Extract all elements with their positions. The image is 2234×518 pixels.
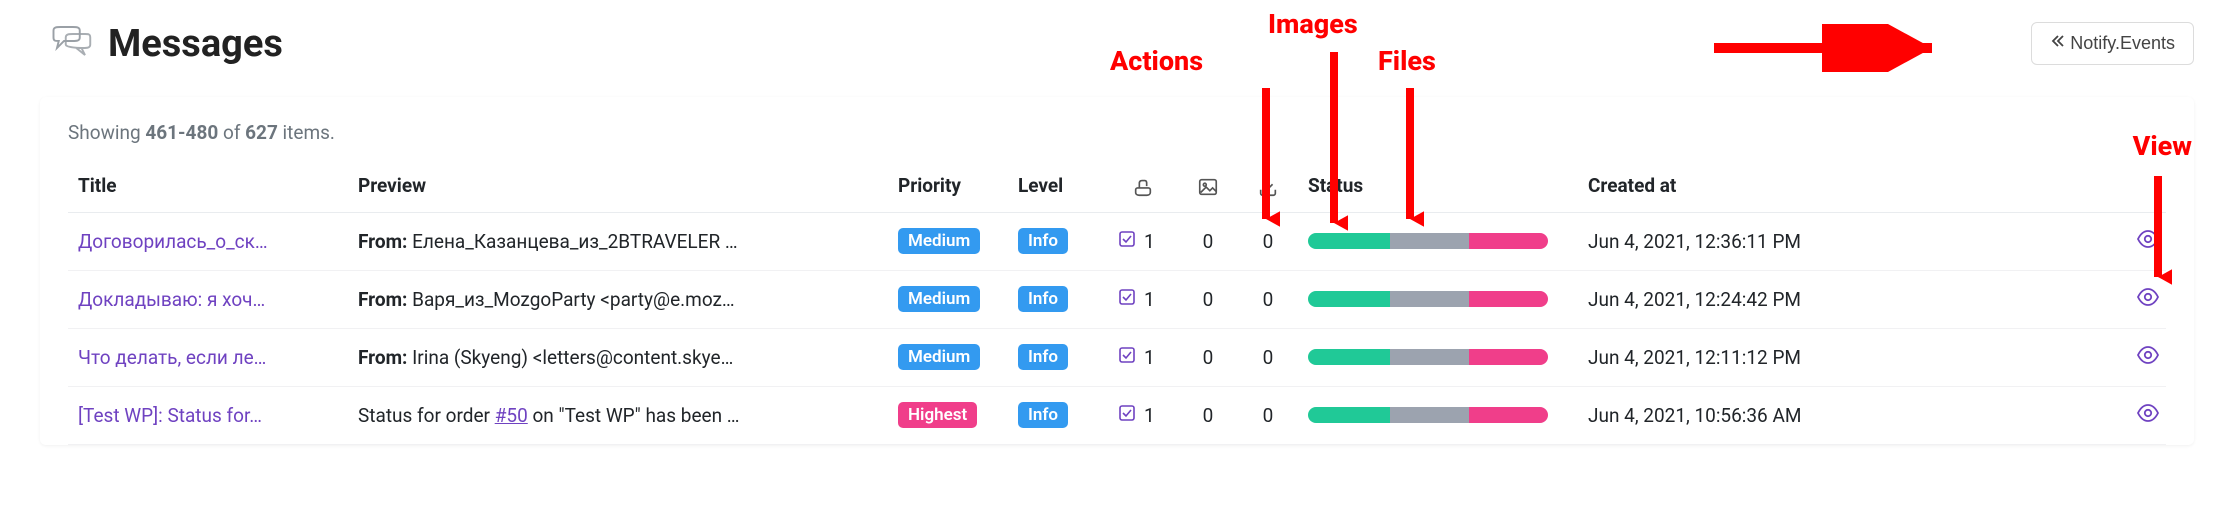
created-at: Jun 4, 2021, 12:24:42 PM bbox=[1578, 270, 2116, 328]
notify-events-label: Notify.Events bbox=[2070, 33, 2175, 54]
table-row: [Test WP]: Status for… Status for order #… bbox=[68, 386, 2166, 444]
row-title-link[interactable]: Что делать, если ле… bbox=[78, 346, 266, 369]
check-icon bbox=[1118, 346, 1136, 369]
images-count: 0 bbox=[1203, 288, 1214, 311]
messages-icon bbox=[50, 20, 92, 67]
check-icon bbox=[1118, 288, 1136, 311]
col-images-icon[interactable] bbox=[1178, 160, 1238, 212]
check-icon bbox=[1118, 230, 1136, 253]
row-title-link[interactable]: [Test WP]: Status for… bbox=[78, 404, 262, 427]
view-icon[interactable] bbox=[2136, 349, 2160, 372]
messages-table: Title Preview Priority Level bbox=[68, 160, 2166, 445]
status-bar bbox=[1308, 291, 1548, 307]
row-preview: From: Елена_Казанцева_из_2BTRAVELER … bbox=[348, 212, 888, 270]
level-badge: Info bbox=[1018, 286, 1068, 312]
status-bar bbox=[1308, 233, 1548, 249]
table-row: Докладываю: я хоч… From: Варя_из_MozgoPar… bbox=[68, 270, 2166, 328]
view-icon[interactable] bbox=[2136, 291, 2160, 314]
col-created[interactable]: Created at bbox=[1578, 160, 2116, 212]
col-level[interactable]: Level bbox=[1008, 160, 1108, 212]
status-bar bbox=[1308, 407, 1548, 423]
actions-count: 1 bbox=[1144, 404, 1155, 427]
view-icon[interactable] bbox=[2136, 407, 2160, 430]
files-count: 0 bbox=[1263, 288, 1274, 311]
files-count: 0 bbox=[1263, 404, 1274, 427]
page-title: Messages bbox=[108, 22, 283, 66]
row-preview: Status for order #50 on "Test WP" has be… bbox=[348, 386, 888, 444]
priority-badge: Highest bbox=[898, 402, 977, 428]
priority-badge: Medium bbox=[898, 286, 980, 312]
files-count: 0 bbox=[1263, 230, 1274, 253]
created-at: Jun 4, 2021, 12:36:11 PM bbox=[1578, 212, 2116, 270]
row-preview: From: Irina (Skyeng) <letters@content.sk… bbox=[348, 328, 888, 386]
col-status[interactable]: Status bbox=[1298, 160, 1578, 212]
table-row: Что делать, если ле… From: Irina (Skyeng)… bbox=[68, 328, 2166, 386]
level-badge: Info bbox=[1018, 228, 1068, 254]
notify-events-button[interactable]: Notify.Events bbox=[2031, 22, 2194, 65]
priority-badge: Medium bbox=[898, 344, 980, 370]
showing-count: Showing 461-480 of 627 items. bbox=[68, 121, 2166, 144]
priority-badge: Medium bbox=[898, 228, 980, 254]
status-bar bbox=[1308, 349, 1548, 365]
actions-count: 1 bbox=[1144, 230, 1155, 253]
row-title-link[interactable]: Договорилась_о_ск… bbox=[78, 230, 268, 253]
files-count: 0 bbox=[1263, 346, 1274, 369]
col-actions-icon[interactable] bbox=[1108, 160, 1178, 212]
col-preview[interactable]: Preview bbox=[348, 160, 888, 212]
row-preview: From: Варя_из_MozgoParty <party@e.moz… bbox=[348, 270, 888, 328]
col-view bbox=[2116, 160, 2166, 212]
actions-count: 1 bbox=[1144, 346, 1155, 369]
col-files-icon[interactable] bbox=[1238, 160, 1298, 212]
col-priority[interactable]: Priority bbox=[888, 160, 1008, 212]
actions-count: 1 bbox=[1144, 288, 1155, 311]
images-count: 0 bbox=[1203, 346, 1214, 369]
messages-panel: Showing 461-480 of 627 items. Title Prev… bbox=[40, 97, 2194, 445]
level-badge: Info bbox=[1018, 402, 1068, 428]
created-at: Jun 4, 2021, 10:56:36 AM bbox=[1578, 386, 2116, 444]
row-preview-link[interactable]: #50 bbox=[495, 404, 528, 427]
chevron-left-double-icon bbox=[2050, 33, 2066, 54]
images-count: 0 bbox=[1203, 230, 1214, 253]
images-count: 0 bbox=[1203, 404, 1214, 427]
table-row: Договорилась_о_ск… From: Елена_Казанцева_… bbox=[68, 212, 2166, 270]
check-icon bbox=[1118, 404, 1136, 427]
level-badge: Info bbox=[1018, 344, 1068, 370]
col-title[interactable]: Title bbox=[68, 160, 348, 212]
row-title-link[interactable]: Докладываю: я хоч… bbox=[78, 288, 265, 311]
created-at: Jun 4, 2021, 12:11:12 PM bbox=[1578, 328, 2116, 386]
view-icon[interactable] bbox=[2136, 233, 2160, 256]
